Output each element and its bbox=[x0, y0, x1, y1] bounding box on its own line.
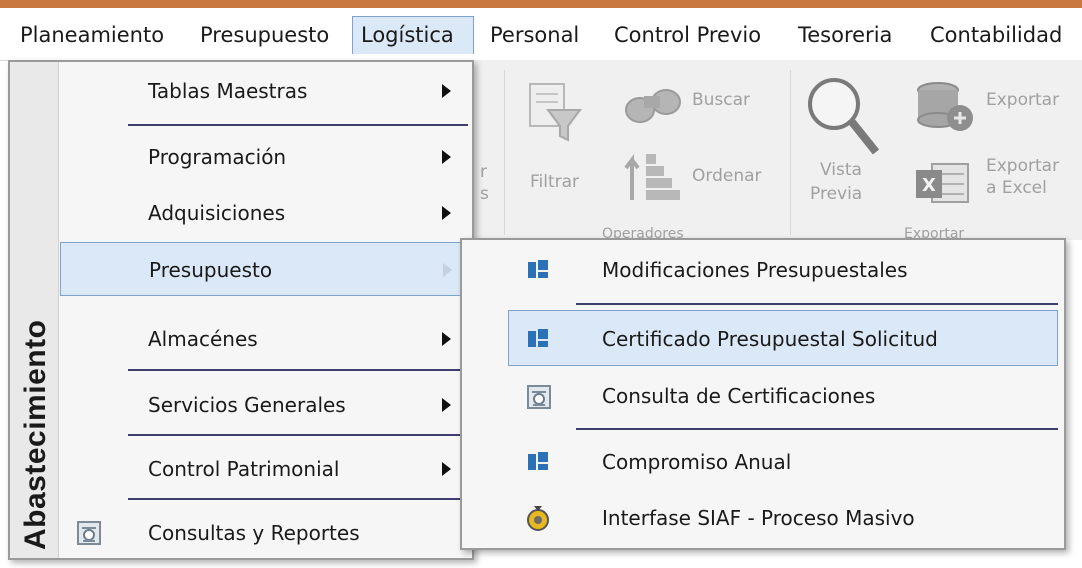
submenu-item-compromiso-anual[interactable]: Compromiso Anual bbox=[462, 434, 1064, 490]
submenu-arrow-icon bbox=[442, 462, 451, 476]
module-icon bbox=[528, 452, 548, 470]
ribbon-exportar-excel-label: Exportar bbox=[986, 156, 1060, 176]
magnifier-icon[interactable] bbox=[804, 74, 880, 158]
ribbon-separator bbox=[790, 70, 791, 235]
menu-separator bbox=[128, 498, 468, 500]
submenu-item-certificado-presupuestal-solicitud[interactable]: Certificado Presupuestal Solicitud bbox=[508, 310, 1058, 366]
logistica-dropdown-menu: Abastecimiento Tablas Maestras Programac… bbox=[8, 60, 474, 560]
menu-presupuesto[interactable]: Presupuesto bbox=[200, 16, 329, 54]
ribbon-toolbar: r s Filtrar Buscar Ordenar Operadores Vi… bbox=[470, 60, 1082, 242]
submenu-arrow-icon bbox=[442, 150, 451, 164]
menu-separator bbox=[576, 428, 1058, 430]
menu-tesoreria[interactable]: Tesoreria bbox=[798, 16, 892, 54]
window-top-border bbox=[0, 0, 1082, 8]
menu-side-banner: Abastecimiento bbox=[10, 62, 59, 558]
submenu-arrow-icon bbox=[442, 332, 451, 346]
ribbon-ordenar-label: Ordenar bbox=[692, 166, 762, 186]
ribbon-filtrar-label: Filtrar bbox=[530, 172, 580, 192]
submenu-arrow-icon bbox=[442, 206, 451, 220]
process-icon bbox=[527, 506, 549, 531]
submenu-item-modificaciones-presupuestales[interactable]: Modificaciones Presupuestales bbox=[462, 242, 1064, 298]
binoculars-icon[interactable] bbox=[622, 82, 686, 126]
ribbon-buscar-label: Buscar bbox=[692, 90, 751, 110]
banner-title: Abastecimiento bbox=[19, 319, 52, 550]
menu-item-consultas-reportes[interactable]: Consultas y Reportes bbox=[58, 506, 470, 560]
submenu-item-label: Consulta de Certificaciones bbox=[602, 384, 876, 408]
submenu-arrow-icon bbox=[442, 84, 451, 98]
menu-control-previo[interactable]: Control Previo bbox=[614, 16, 761, 54]
submenu-item-label: Compromiso Anual bbox=[602, 450, 792, 474]
ribbon-a-excel-label: a Excel bbox=[986, 178, 1047, 198]
submenu-arrow-icon bbox=[443, 263, 452, 277]
menu-separator bbox=[128, 124, 468, 126]
menu-separator bbox=[128, 369, 468, 371]
menu-item-label: Presupuesto bbox=[149, 258, 273, 282]
ribbon-previa-label: Previa bbox=[810, 184, 863, 204]
ribbon-separator bbox=[504, 70, 505, 235]
menu-item-servicios-generales[interactable]: Servicios Generales bbox=[58, 378, 470, 432]
database-export-icon[interactable] bbox=[914, 80, 976, 134]
menu-personal[interactable]: Personal bbox=[490, 16, 579, 54]
submenu-item-interfase-siaf[interactable]: Interfase SIAF - Proceso Masivo bbox=[462, 490, 1064, 546]
menu-item-label: Consultas y Reportes bbox=[148, 521, 360, 545]
presupuesto-submenu: Modificaciones Presupuestales Certificad… bbox=[460, 238, 1066, 550]
menu-item-presupuesto[interactable]: Presupuesto bbox=[60, 242, 470, 296]
filter-icon[interactable] bbox=[524, 80, 584, 146]
submenu-item-label: Interfase SIAF - Proceso Masivo bbox=[602, 506, 915, 530]
menu-item-label: Programación bbox=[148, 145, 287, 169]
menu-item-control-patrimonial[interactable]: Control Patrimonial bbox=[58, 442, 470, 496]
menu-contabilidad[interactable]: Contabilidad bbox=[930, 16, 1062, 54]
sort-icon[interactable] bbox=[622, 150, 686, 206]
report-icon bbox=[527, 385, 551, 409]
svg-text:X: X bbox=[922, 175, 936, 196]
menu-item-label: Tablas Maestras bbox=[148, 79, 308, 103]
module-icon bbox=[528, 329, 548, 347]
menu-logistica[interactable]: Logística bbox=[352, 16, 474, 54]
submenu-item-consulta-certificaciones[interactable]: Consulta de Certificaciones bbox=[462, 368, 1064, 424]
main-menubar: Planeamiento Presupuesto Logística Perso… bbox=[0, 8, 1082, 61]
ribbon-vista-label: Vista bbox=[820, 160, 862, 180]
menu-item-label: Adquisiciones bbox=[148, 201, 286, 225]
menu-item-label: Control Patrimonial bbox=[148, 457, 340, 481]
menu-separator bbox=[576, 303, 1058, 305]
menu-item-tablas-maestras[interactable]: Tablas Maestras bbox=[58, 64, 470, 118]
menu-separator bbox=[128, 434, 468, 436]
ribbon-partial-label: r bbox=[480, 162, 487, 182]
menu-item-label: Servicios Generales bbox=[148, 393, 346, 417]
report-icon bbox=[77, 521, 101, 545]
ribbon-exportar-label: Exportar bbox=[986, 90, 1060, 110]
module-icon bbox=[528, 260, 548, 278]
excel-icon[interactable]: X bbox=[914, 160, 972, 206]
menu-item-adquisiciones[interactable]: Adquisiciones bbox=[58, 186, 470, 240]
menu-item-programacion[interactable]: Programación bbox=[58, 130, 470, 184]
submenu-item-label: Modificaciones Presupuestales bbox=[602, 258, 908, 282]
menu-item-label: Almacénes bbox=[148, 327, 258, 351]
ribbon-partial-label-2: s bbox=[480, 184, 489, 204]
submenu-item-label: Certificado Presupuestal Solicitud bbox=[602, 327, 938, 351]
menu-item-almacenes[interactable]: Almacénes bbox=[58, 312, 470, 366]
menu-planeamiento[interactable]: Planeamiento bbox=[20, 16, 164, 54]
submenu-arrow-icon bbox=[442, 398, 451, 412]
